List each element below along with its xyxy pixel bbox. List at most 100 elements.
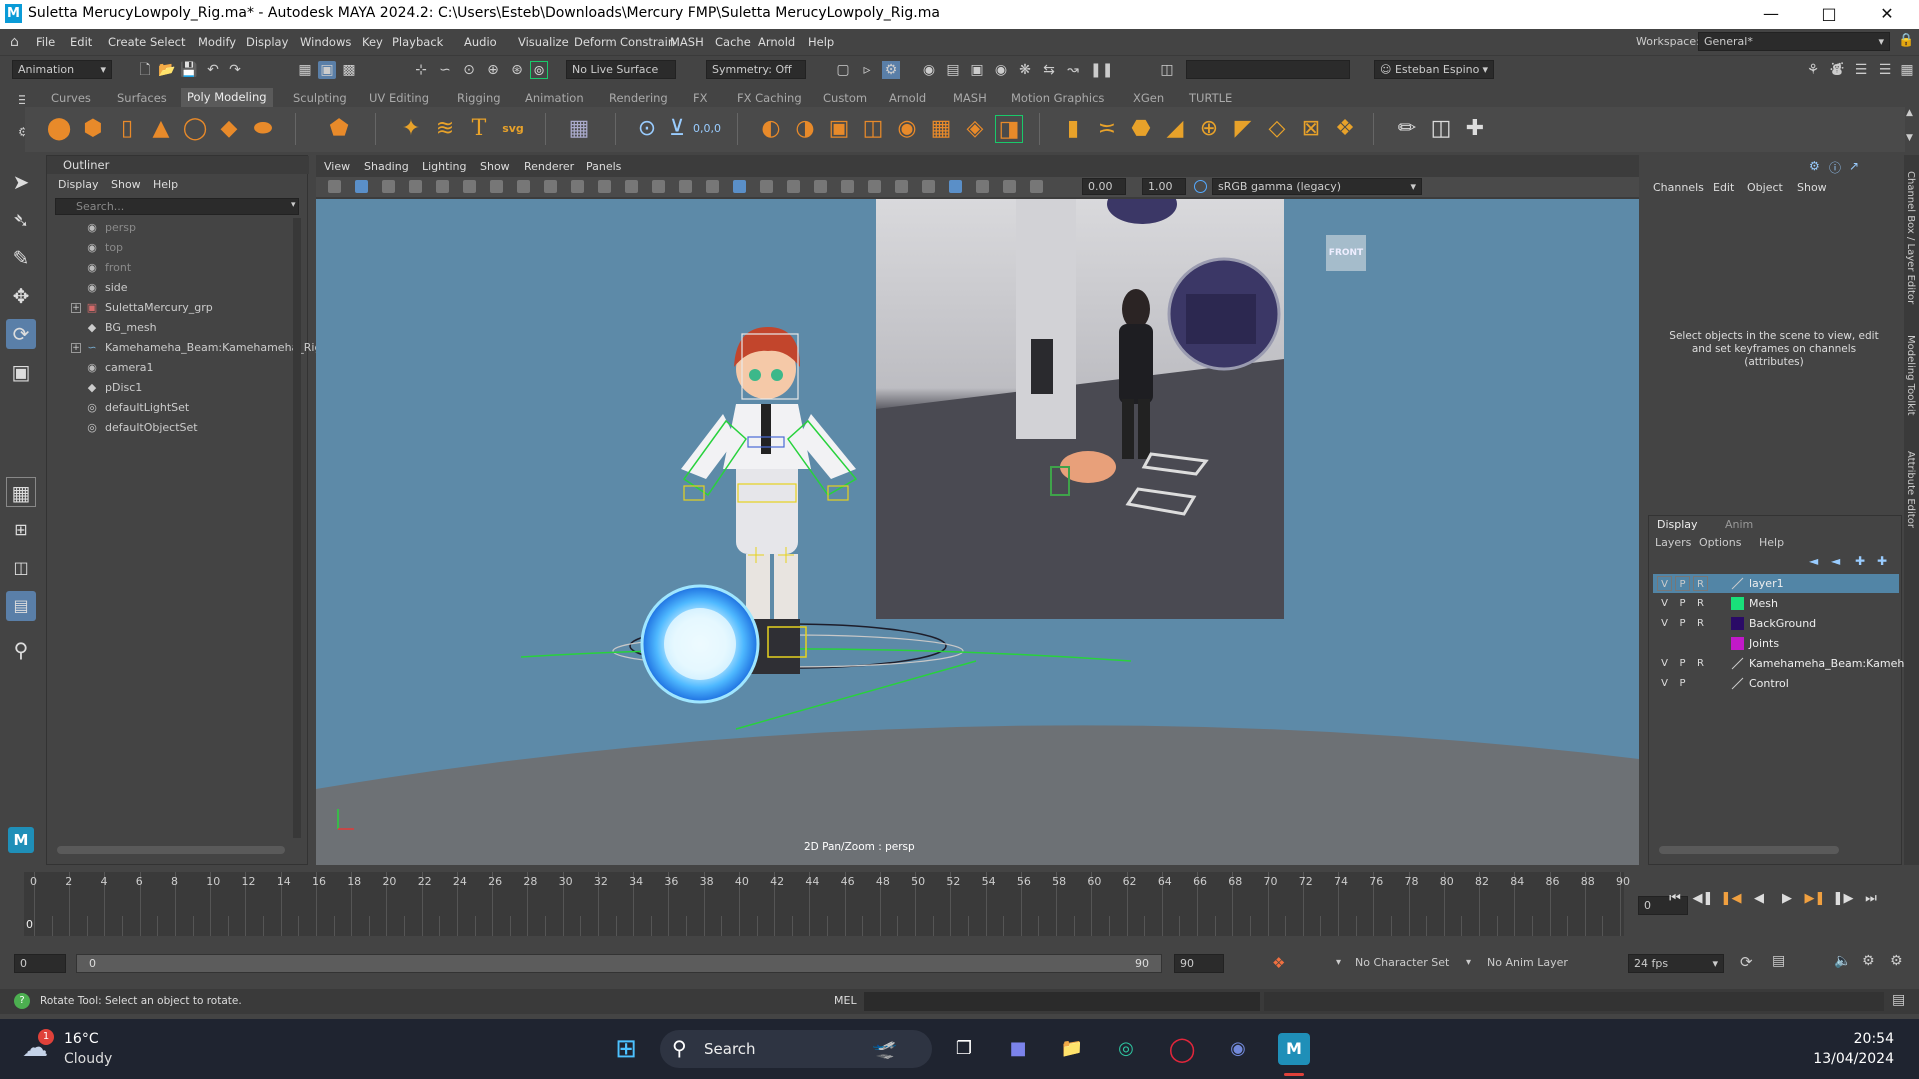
poly-torus-icon[interactable]: ◯: [181, 115, 209, 143]
home-icon[interactable]: ⌂: [10, 34, 19, 50]
new-scene-icon[interactable]: 🗋: [136, 61, 154, 79]
menu-playback[interactable]: Playback: [392, 35, 443, 49]
outliner-search-input[interactable]: Search...: [55, 198, 299, 215]
outliner-item[interactable]: ◉ top: [61, 238, 301, 258]
teams-icon[interactable]: ■: [1002, 1033, 1034, 1065]
fps-dropdown[interactable]: 24 fps ▾: [1628, 954, 1724, 973]
task-view-icon[interactable]: ❐: [948, 1033, 980, 1065]
shelf-tab-xgen[interactable]: XGen: [1133, 91, 1164, 105]
playback-options-icon[interactable]: ⚙: [1862, 953, 1875, 969]
separate-icon[interactable]: ◑: [791, 115, 819, 143]
snap-view-icon[interactable]: ⊕: [484, 61, 502, 79]
layer-row[interactable]: Joints: [1653, 634, 1899, 653]
viewport-menu-panels[interactable]: Panels: [586, 160, 621, 173]
lasso-tool-icon[interactable]: ➴: [6, 205, 36, 235]
menu-audio[interactable]: Audio: [464, 35, 497, 49]
sound-icon[interactable]: 🔈: [1834, 953, 1851, 969]
menu-select[interactable]: Select: [150, 35, 185, 49]
bevel-icon[interactable]: ⬣: [1127, 115, 1155, 143]
tab-modeling-toolkit[interactable]: Modeling Toolkit: [1905, 335, 1916, 416]
arnold-render-icon[interactable]: ▣: [968, 61, 986, 79]
undo-icon[interactable]: ↶: [204, 61, 222, 79]
layer-row[interactable]: VPR Kamehameha_Beam:Kamehameha: [1653, 654, 1919, 673]
layer-menu-help[interactable]: Help: [1759, 536, 1784, 549]
poly-plane-icon[interactable]: ◆: [215, 115, 243, 143]
use-lights-icon[interactable]: [787, 180, 800, 193]
poly-disc-icon[interactable]: ⬬: [249, 115, 277, 143]
go-to-start-icon[interactable]: ⏮: [1664, 888, 1686, 910]
ambient-occlusion-icon[interactable]: [841, 180, 854, 193]
poly-cylinder-icon[interactable]: ▯: [113, 115, 141, 143]
step-back-key-icon[interactable]: ❚◀: [1720, 888, 1742, 910]
anti-aliasing-icon[interactable]: [895, 180, 908, 193]
film-gate-icon[interactable]: [517, 180, 530, 193]
arnold-tx-icon[interactable]: ↝: [1064, 61, 1082, 79]
rotate-tool-icon[interactable]: ⟳: [6, 319, 36, 349]
menu-help[interactable]: Help: [808, 35, 834, 49]
layer-color-swatch[interactable]: [1731, 637, 1744, 650]
layer-visibility-toggle[interactable]: [1657, 636, 1672, 651]
layer-hscroll[interactable]: [1659, 846, 1839, 854]
shelf-tab-surfaces[interactable]: Surfaces: [117, 91, 167, 105]
poly-sphere-icon[interactable]: ⬤: [45, 115, 73, 143]
tool-settings-toggle-icon[interactable]: ☰: [1876, 61, 1894, 79]
menu-mash[interactable]: MASH: [670, 35, 704, 49]
channel-box-float-icon[interactable]: ↗: [1849, 159, 1859, 173]
shelf-tab-uv-editing[interactable]: UV Editing: [369, 91, 429, 105]
layer-color-swatch[interactable]: [1731, 617, 1744, 630]
move-tool-icon[interactable]: ✥: [6, 281, 36, 311]
outliner-item[interactable]: ◎ defaultLightSet: [61, 398, 301, 418]
poly-sweep-icon[interactable]: ≋: [431, 115, 459, 143]
save-scene-icon[interactable]: 💾: [180, 61, 198, 79]
layer-color-swatch[interactable]: [1731, 657, 1744, 670]
multi-cut-icon[interactable]: ✏: [1393, 115, 1421, 143]
outliner-item[interactable]: + ▣ SulettaMercury_grp: [61, 298, 301, 318]
select-camera-icon[interactable]: [328, 180, 341, 193]
exposure-field[interactable]: 0.00: [1082, 178, 1126, 195]
layer-visibility-toggle[interactable]: V: [1657, 656, 1672, 671]
color-management-icon[interactable]: [1194, 180, 1207, 193]
poke-icon[interactable]: ⊠: [1297, 115, 1325, 143]
image-plane-icon[interactable]: [409, 180, 422, 193]
symmetry-dropdown[interactable]: Symmetry: Off: [706, 60, 806, 79]
freeze-transform-icon[interactable]: ⊻: [663, 115, 691, 143]
viewport-menu-shading[interactable]: Shading: [364, 160, 409, 173]
shelf-tab-motion-graphics[interactable]: Motion Graphics: [1011, 91, 1104, 105]
combine-icon[interactable]: ◐: [757, 115, 785, 143]
lock-icon[interactable]: 🔒: [1898, 33, 1914, 48]
merge-icon[interactable]: ◤: [1229, 115, 1257, 143]
channel-box-toggle-icon[interactable]: ▦: [1898, 61, 1916, 79]
step-forward-key-icon[interactable]: ▶❚: [1804, 888, 1826, 910]
shelf-tab-arnold[interactable]: Arnold: [889, 91, 926, 105]
live-surface-field[interactable]: No Live Surface: [566, 60, 676, 79]
layer-visibility-toggle[interactable]: V: [1657, 576, 1672, 591]
menu-windows[interactable]: Windows: [300, 35, 351, 49]
scale-tool-icon[interactable]: ▣: [6, 357, 36, 387]
default-material-icon[interactable]: [733, 180, 746, 193]
center-pivot-icon[interactable]: ⊙: [633, 115, 661, 143]
snap-point-icon[interactable]: ⊙: [460, 61, 478, 79]
step-forward-frame-icon[interactable]: ❚▶: [1832, 888, 1854, 910]
menu-cache[interactable]: Cache: [715, 35, 751, 49]
select-hierarchy-icon[interactable]: ▦: [296, 61, 314, 79]
four-view-layout-icon[interactable]: ⊞: [6, 515, 36, 545]
range-slider[interactable]: 0 90: [76, 954, 1162, 973]
render-current-icon[interactable]: ▢: [834, 61, 852, 79]
select-component-icon[interactable]: ▩: [340, 61, 358, 79]
clock-time[interactable]: 20:54: [1830, 1031, 1894, 1047]
layer-reference-toggle[interactable]: R: [1693, 616, 1708, 631]
redo-icon[interactable]: ↷: [226, 61, 244, 79]
smooth-shade-icon[interactable]: [706, 180, 719, 193]
humanik-icon[interactable]: ⛇: [1828, 61, 1846, 79]
close-icon[interactable]: ✕: [1864, 0, 1910, 29]
gate-mask-icon[interactable]: [571, 180, 584, 193]
shelf-tab-rigging[interactable]: Rigging: [457, 91, 501, 105]
outliner-hscroll[interactable]: [57, 846, 285, 854]
workspace-dropdown[interactable]: General* ▾: [1698, 32, 1890, 51]
minimize-icon[interactable]: —: [1748, 0, 1794, 29]
boolean-icon[interactable]: ◉: [893, 115, 921, 143]
ipr-render-icon[interactable]: ▹: [858, 61, 876, 79]
layer-reference-toggle[interactable]: R: [1693, 656, 1708, 671]
layer-visibility-toggle[interactable]: V: [1657, 676, 1672, 691]
expand-icon[interactable]: +: [71, 303, 81, 313]
